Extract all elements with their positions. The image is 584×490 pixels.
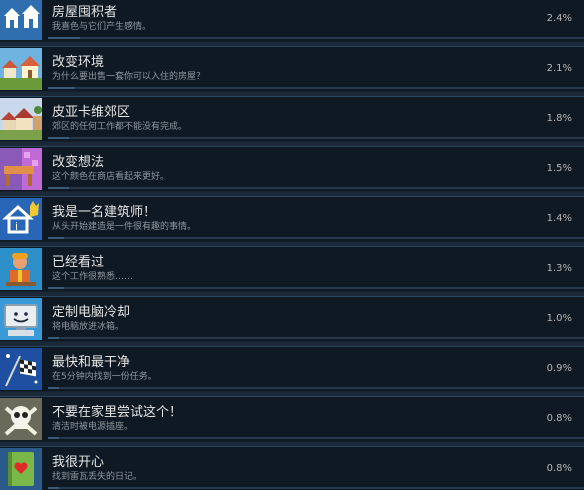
diary-icon [0, 448, 42, 490]
achievement-description: 清洁时被电源插座。 [52, 422, 134, 432]
achievement-row[interactable]: 房屋囤积者 我喜色与它们产生感情。 2.4% [0, 0, 584, 42]
neighborhood-icon [0, 48, 42, 90]
achievement-row[interactable]: 定制电脑冷却 将电脑放进冰箱。 1.0% [0, 296, 584, 342]
checkered-flag-icon [0, 348, 42, 390]
achievement-description: 从头开始建造是一件很有趣的事情。 [52, 222, 197, 232]
progress-bar [48, 387, 584, 389]
skull-icon [0, 398, 42, 440]
unlock-percentage: 2.4% [546, 13, 572, 24]
unlock-percentage: 1.3% [546, 263, 572, 274]
achievement-row[interactable]: 不要在家里尝试这个！ 清洁时被电源插座。 0.8% [0, 396, 584, 442]
computer-icon [0, 298, 42, 340]
unlock-percentage: 1.8% [546, 113, 572, 124]
achievement-row[interactable]: 最快和最干净 在5分钟内找到一份任务。 0.9% [0, 346, 584, 392]
unlock-percentage: 0.8% [546, 463, 572, 474]
achievement-title: 我是一名建筑师！ [52, 205, 157, 220]
unlock-percentage: 1.5% [546, 163, 572, 174]
suburb-icon [0, 98, 42, 140]
achievement-description: 为什么要出售一套你可以入住的房屋？ [52, 72, 206, 82]
achievement-description: 这个颜色在商店看起来更好。 [52, 172, 170, 182]
achievement-title: 改变环境 [52, 55, 105, 70]
unlock-percentage: 1.0% [546, 313, 572, 324]
achievement-title: 定制电脑冷却 [52, 305, 131, 320]
achievement-row[interactable]: 我很开心 找到雷瓦丢失的日记。 0.8% [0, 446, 584, 490]
achievement-row[interactable]: 改变环境 为什么要出售一套你可以入住的房屋？ 2.1% [0, 46, 584, 92]
progress-bar [48, 87, 584, 89]
progress-bar [48, 237, 584, 239]
achievement-title: 房屋囤积者 [52, 5, 118, 20]
progress-bar [48, 437, 584, 439]
achievement-row[interactable]: 皮亚卡维郊区 郊区的任何工作都不能没有完成。 1.8% [0, 96, 584, 142]
progress-bar [48, 187, 584, 189]
unlock-percentage: 2.1% [546, 63, 572, 74]
achievement-title: 不要在家里尝试这个！ [52, 405, 183, 420]
achievement-row[interactable]: 已经看过 这个工作很熟悉…… 1.3% [0, 246, 584, 292]
progress-bar [48, 137, 584, 139]
achievement-title: 我很开心 [52, 455, 105, 470]
achievement-description: 郊区的任何工作都不能没有完成。 [52, 122, 188, 132]
achievement-description: 找到雷瓦丢失的日记。 [52, 472, 143, 482]
progress-bar [48, 337, 584, 339]
unlock-percentage: 1.4% [546, 213, 572, 224]
achievement-row[interactable]: 改变想法 这个颜色在商店看起来更好。 1.5% [0, 146, 584, 192]
achievement-description: 在5分钟内找到一份任务。 [52, 372, 157, 382]
progress-bar [48, 37, 584, 39]
progress-bar [48, 487, 584, 489]
achievement-description: 我喜色与它们产生感情。 [52, 22, 152, 32]
achievement-title: 最快和最干净 [52, 355, 131, 370]
achievement-list: 房屋囤积者 我喜色与它们产生感情。 2.4% 改变环境 为什么要出售一套你可以入… [0, 0, 584, 490]
achievement-title: 改变想法 [52, 155, 105, 170]
unlock-percentage: 0.8% [546, 413, 572, 424]
achievement-row[interactable]: i 我是一名建筑师！ 从头开始建造是一件很有趣的事情。 1.4% [0, 196, 584, 242]
achievement-description: 这个工作很熟悉…… [52, 272, 134, 282]
unlock-percentage: 0.9% [546, 363, 572, 374]
progress-bar [48, 287, 584, 289]
svg-text:i: i [15, 220, 18, 233]
achievement-description: 将电脑放进冰箱。 [52, 322, 125, 332]
achievement-title: 已经看过 [52, 255, 105, 270]
paint-furniture-icon [0, 148, 42, 190]
achievement-title: 皮亚卡维郊区 [52, 105, 131, 120]
houses-icon [0, 0, 42, 40]
architect-icon: i [0, 198, 42, 240]
worker-icon [0, 248, 42, 290]
